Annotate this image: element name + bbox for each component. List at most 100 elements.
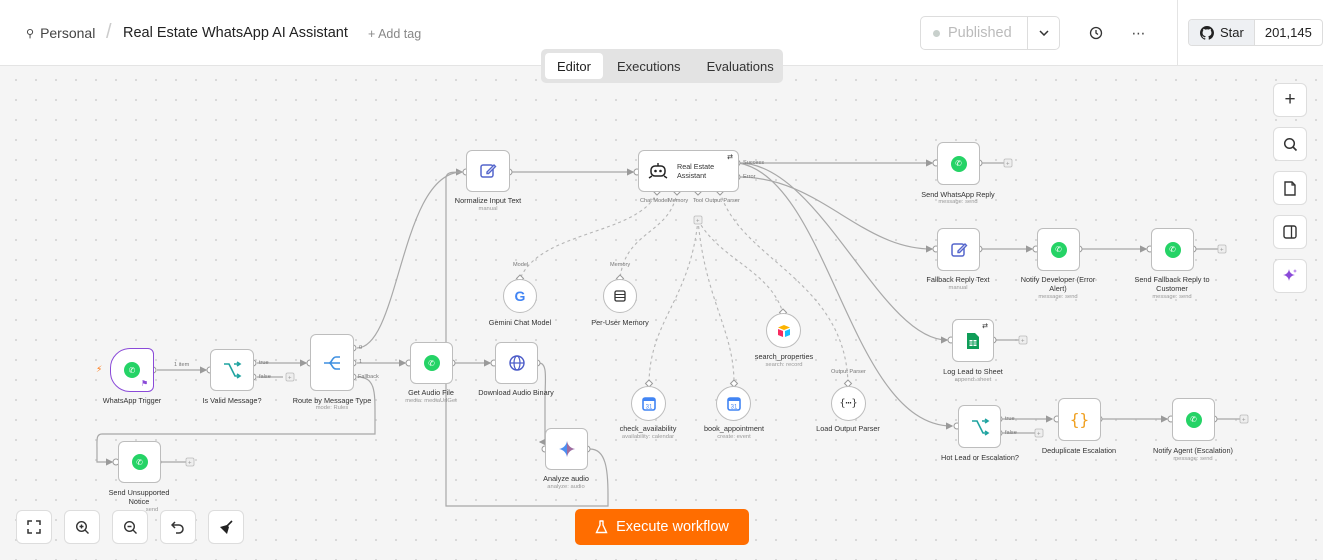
fit-view-button[interactable] bbox=[16, 510, 52, 544]
github-star-button[interactable]: Star bbox=[1189, 20, 1255, 45]
airtable-icon bbox=[777, 324, 790, 337]
node-label: Analyze audio bbox=[543, 474, 589, 483]
link-arrows-icon: ⇄ bbox=[982, 323, 988, 330]
published-dropdown-button[interactable] bbox=[1027, 17, 1059, 49]
node-label: Fallback Reply Text bbox=[926, 275, 990, 284]
node-subtitle: manual bbox=[478, 206, 498, 212]
node-load-output-parser[interactable]: {⋯} bbox=[831, 386, 866, 421]
node-label-line: Send Unsupported bbox=[108, 488, 170, 497]
node-check-availability[interactable]: 31 bbox=[631, 386, 666, 421]
node-label: search_properties bbox=[754, 352, 814, 361]
node-label-line: Alert) bbox=[1049, 284, 1067, 294]
node-log-lead-sheet[interactable]: ⇄ bbox=[952, 319, 994, 362]
edge-label-error: Error bbox=[743, 174, 756, 180]
breadcrumb-personal[interactable]: ⚲ Personal bbox=[26, 25, 95, 41]
whatsapp-icon: ✆ bbox=[131, 454, 148, 470]
node-notify-agent[interactable]: ✆ bbox=[1172, 398, 1215, 441]
status-dot-icon bbox=[933, 29, 940, 37]
zoom-out-icon bbox=[123, 520, 137, 534]
whatsapp-icon: ✆ bbox=[1164, 241, 1181, 258]
edge-label-memory-top: Memory bbox=[610, 262, 631, 268]
node-label: Load Output Parser bbox=[816, 424, 880, 433]
node-label: book_appointment bbox=[703, 424, 765, 433]
workflow-canvas[interactable] bbox=[0, 66, 1323, 560]
node-fallback-reply-text[interactable] bbox=[937, 228, 980, 271]
sparkle-icon bbox=[1283, 269, 1297, 281]
gemini-sparkle-icon bbox=[558, 441, 575, 457]
zoom-in-icon bbox=[75, 520, 89, 534]
code-braces-icon: {} bbox=[1069, 410, 1090, 429]
node-download-audio[interactable] bbox=[495, 342, 538, 384]
more-options-button[interactable]: ⋯ bbox=[1128, 22, 1150, 44]
workflow-title[interactable]: Real Estate WhatsApp AI Assistant bbox=[123, 25, 348, 41]
node-label-line: Send Fallback Reply to bbox=[1134, 275, 1210, 284]
panel-icon bbox=[1283, 225, 1297, 239]
node-label: Is Valid Message? bbox=[202, 396, 262, 405]
node-subtitle: availability: calendar bbox=[621, 434, 675, 440]
node-route-by-message-type[interactable] bbox=[310, 334, 354, 391]
tab-editor[interactable]: Editor bbox=[545, 53, 603, 79]
ai-assistant-button[interactable] bbox=[1273, 259, 1307, 293]
robot-icon bbox=[648, 163, 668, 179]
node-search-properties[interactable] bbox=[766, 313, 801, 348]
zoom-out-button[interactable] bbox=[112, 510, 148, 544]
svg-text:31: 31 bbox=[730, 404, 737, 410]
add-node-button[interactable]: + bbox=[1273, 83, 1307, 117]
node-real-estate-assistant[interactable]: Real Estate Assistant ⇄ bbox=[638, 150, 739, 192]
node-send-whatsapp-reply[interactable]: ✆ bbox=[937, 142, 980, 185]
tab-evaluations[interactable]: Evaluations bbox=[695, 53, 786, 79]
history-button[interactable] bbox=[1085, 22, 1107, 44]
header-divider bbox=[1177, 0, 1178, 66]
edit-pen-icon bbox=[480, 164, 497, 178]
published-button[interactable]: Published bbox=[921, 25, 1027, 41]
edge-label-success: Success bbox=[743, 160, 765, 166]
edge-label-false: false bbox=[259, 374, 271, 380]
published-control[interactable]: Published bbox=[920, 16, 1060, 50]
node-label: Normalize Input Text bbox=[454, 196, 522, 205]
whatsapp-icon: ✆ bbox=[423, 355, 440, 371]
tab-executions[interactable]: Executions bbox=[605, 53, 693, 79]
node-subtitle: search: record bbox=[765, 362, 803, 368]
node-get-audio-file[interactable]: ✆ bbox=[410, 342, 453, 384]
execute-workflow-button[interactable]: Execute workflow bbox=[575, 509, 749, 545]
broom-icon bbox=[219, 519, 233, 534]
flask-icon bbox=[595, 520, 608, 534]
edge-label-route-1: 1 bbox=[359, 359, 363, 365]
view-tabs: Editor Executions Evaluations bbox=[541, 49, 783, 83]
node-send-fallback-reply[interactable]: ✆ bbox=[1151, 228, 1194, 271]
edge-label-route-0: 0 bbox=[359, 345, 363, 351]
github-star-widget[interactable]: Star 201,145 bbox=[1188, 19, 1323, 46]
toggle-panel-button[interactable] bbox=[1273, 215, 1307, 249]
node-book-appointment[interactable]: 31 bbox=[716, 386, 751, 421]
search-nodes-button[interactable] bbox=[1273, 127, 1307, 161]
node-label: Per-User Memory bbox=[591, 318, 649, 327]
node-hot-lead-escalation[interactable] bbox=[958, 405, 1001, 448]
node-label-line: Notice bbox=[128, 497, 150, 507]
node-whatsapp-trigger[interactable]: ✆ ⚑ bbox=[110, 348, 154, 392]
edge-label-true-2: true bbox=[1005, 416, 1015, 422]
undo-button[interactable] bbox=[160, 510, 196, 544]
agent-title-line: Real Estate bbox=[677, 161, 715, 171]
search-icon bbox=[1283, 137, 1297, 151]
tidy-up-button[interactable] bbox=[208, 510, 244, 544]
node-subtitle: message: send bbox=[1038, 294, 1078, 300]
node-label: Download Audio Binary bbox=[478, 388, 554, 397]
node-subtitle: create: event bbox=[717, 434, 751, 440]
plus-icon: + bbox=[1284, 89, 1296, 110]
node-deduplicate-escalation[interactable]: {} bbox=[1058, 398, 1101, 441]
node-is-valid-message[interactable] bbox=[210, 349, 254, 391]
zoom-in-button[interactable] bbox=[64, 510, 100, 544]
node-subtitle: analyze: audio bbox=[547, 484, 585, 490]
ellipsis-icon: ⋯ bbox=[1131, 24, 1147, 41]
sticky-note-button[interactable] bbox=[1273, 171, 1307, 205]
note-icon bbox=[1284, 180, 1296, 196]
add-tag-button[interactable]: + Add tag bbox=[368, 27, 421, 41]
node-normalize-input[interactable] bbox=[466, 150, 510, 192]
node-notify-developer[interactable]: ✆ bbox=[1037, 228, 1080, 271]
node-per-user-memory[interactable] bbox=[603, 279, 637, 313]
node-label: Gemini Chat Model bbox=[488, 318, 552, 327]
node-send-unsupported[interactable]: ✆ bbox=[118, 441, 161, 483]
node-gemini-chat-model[interactable]: G bbox=[503, 279, 537, 313]
node-analyze-audio[interactable] bbox=[545, 428, 588, 470]
whatsapp-icon: ✆ bbox=[1185, 411, 1202, 428]
